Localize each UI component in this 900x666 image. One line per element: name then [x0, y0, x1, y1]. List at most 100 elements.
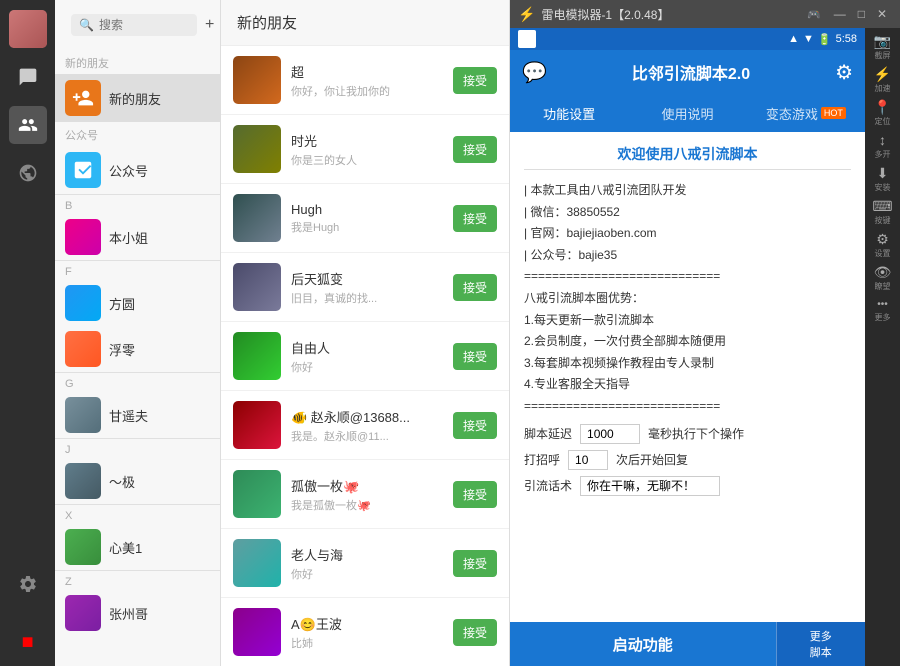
contact-ganyaofu-name: 甘遥夫 [109, 406, 148, 425]
accept-btn-yishi[interactable]: 接受 [453, 412, 497, 439]
sidebar-discover-icon[interactable] [9, 154, 47, 192]
contact-benz[interactable]: 本小姐 [55, 214, 220, 260]
contact-ji-name: ～极 [109, 472, 135, 491]
accept-btn-hugh[interactable]: 接受 [453, 205, 497, 232]
official-avatar [65, 152, 101, 188]
friend-info-chao: 超 你好，你让我加你的 [291, 62, 443, 99]
alpha-X: X [55, 504, 220, 524]
add-contact-icon[interactable]: + [205, 16, 214, 34]
alpha-J: J [55, 438, 220, 458]
new-friends-label: 新的朋友 [109, 89, 161, 108]
emulator-body: ▲ ▼ 🔋 5:58 💬 比邻引流脚本2.0 ⚙ 功能设置 使用说明 [510, 28, 900, 666]
status-left [518, 30, 536, 48]
contact-ganyaofu[interactable]: 甘遥夫 [55, 392, 220, 438]
phone-screen: ▲ ▼ 🔋 5:58 💬 比邻引流脚本2.0 ⚙ 功能设置 使用说明 [510, 28, 865, 666]
friend-photo-awang [233, 608, 281, 656]
official-accounts-item[interactable]: 公众号 [55, 146, 220, 194]
contact-zhangge[interactable]: 张州哥 [55, 590, 220, 636]
contact-ji-avatar [65, 463, 101, 499]
search-input[interactable] [99, 18, 189, 32]
contact-fuling-avatar [65, 331, 101, 367]
friend-name-ziyou: 自由人 [291, 338, 443, 357]
emu-keyboard-icon[interactable]: ⌨ 按键 [869, 198, 897, 226]
tab-instructions[interactable]: 使用说明 [628, 94, 746, 132]
friend-item-shiguang: 时光 你是三的女人 接受 [221, 115, 509, 184]
app-chat-icon[interactable]: 💬 [522, 60, 547, 85]
more-scripts-btn[interactable]: 更多 脚本 [776, 622, 866, 666]
delay-unit: 毫秒执行下个操作 [648, 425, 744, 442]
emulator-title: 雷电模拟器-1【2.0.48】 [541, 6, 801, 23]
emu-multi-icon[interactable]: ↕ 多开 [869, 132, 897, 160]
emu-speed-icon[interactable]: ⚡ 加速 [869, 66, 897, 94]
new-friends-item[interactable]: 新的朋友 [55, 74, 220, 122]
sidebar-chat-icon[interactable] [9, 58, 47, 96]
tab-function-settings[interactable]: 功能设置 [510, 94, 628, 132]
contact-xinmei-avatar [65, 529, 101, 565]
content-line-1: | 本款工具由八戒引流团队开发 [524, 180, 851, 202]
emulator-close-btn[interactable]: ✕ [872, 7, 892, 21]
new-friends-section-label: 新的朋友 [55, 50, 220, 74]
accept-btn-hu[interactable]: 接受 [453, 481, 497, 508]
emu-more-icon[interactable]: ••• 更多 [869, 297, 897, 325]
status-right: ▲ ▼ 🔋 5:58 [788, 33, 857, 46]
friend-name-chao: 超 [291, 62, 443, 81]
friend-photo-laoren [233, 539, 281, 587]
alpha-B: B [55, 194, 220, 214]
contact-ji[interactable]: ～极 [55, 458, 220, 504]
contact-fangyuan[interactable]: 方圆 [55, 280, 220, 326]
contact-xinmei[interactable]: 心美1 [55, 524, 220, 570]
alpha-Z: Z [55, 570, 220, 590]
accept-btn-awang[interactable]: 接受 [453, 619, 497, 646]
emu-install-icon[interactable]: ⬇ 安装 [869, 165, 897, 193]
friend-item-chao: 超 你好，你让我加你的 接受 [221, 46, 509, 115]
friend-name-hu: 孤傲一枚🐙 [291, 476, 443, 495]
sidebar-settings-icon[interactable] [9, 565, 47, 603]
app-settings-icon[interactable]: ⚙ [835, 60, 853, 85]
friends-panel-title: 新的朋友 [221, 0, 509, 46]
friend-item-awang: A😊王波 比姉 接受 [221, 598, 509, 666]
flow-label: 引流话术 [524, 477, 572, 494]
delay-label: 脚本延迟 [524, 425, 572, 442]
friend-item-hu: 孤傲一枚🐙 我是孤傲一枚🐙 接受 [221, 460, 509, 529]
start-function-btn[interactable]: 启动功能 [510, 622, 776, 666]
wifi-icon: ▲ [788, 33, 799, 45]
wechat-contact-list: 🔍 + 新的朋友 新的朋友 公众号 公众号 B 本小姐 F 方圆 [55, 0, 220, 666]
emu-settings-icon[interactable]: ⚙ 设置 [869, 231, 897, 259]
accept-btn-chao[interactable]: 接受 [453, 67, 497, 94]
main-avatar[interactable] [9, 10, 47, 48]
greet-input[interactable] [568, 450, 608, 470]
phone-content: 欢迎使用八戒引流脚本 | 本款工具由八戒引流团队开发 | 微信：38850552… [510, 134, 865, 622]
content-adv-3: 3.每套脚本视频操作教程由专人录制 [524, 353, 851, 375]
emu-location-icon[interactable]: 📍 定位 [869, 99, 897, 127]
emulator-panel: ⚡ 雷电模拟器-1【2.0.48】 🎮 — □ ✕ ▲ ▼ 🔋 5:58 [510, 0, 900, 666]
contact-fuling-name: 浮零 [109, 340, 135, 359]
phone-footer: 启动功能 更多 脚本 [510, 622, 865, 666]
friend-photo-houtian [233, 263, 281, 311]
content-adv-1: 1.每天更新一款引流脚本 [524, 310, 851, 332]
friend-name-hugh: Hugh [291, 202, 443, 217]
app-bar-title: 比邻引流脚本2.0 [557, 60, 825, 84]
sidebar-contacts-icon[interactable] [9, 106, 47, 144]
emu-watch-icon[interactable]: 👁 瞭望 [869, 264, 897, 292]
accept-btn-laoren[interactable]: 接受 [453, 550, 497, 577]
content-separator-1: ============================ [524, 266, 851, 288]
accept-btn-houtian[interactable]: 接受 [453, 274, 497, 301]
friend-photo-shiguang [233, 125, 281, 173]
tab-games[interactable]: 变态游戏 HOT [747, 94, 865, 132]
emu-screenshot-icon[interactable]: 📷 截屏 [869, 33, 897, 61]
content-line-4: | 公众号：bajie35 [524, 245, 851, 267]
delay-row: 脚本延迟 毫秒执行下个操作 [524, 424, 851, 444]
friend-item-houtian: 后天狐变 旧目，真诚的找... 接受 [221, 253, 509, 322]
emulator-minimize-btn[interactable]: — [829, 7, 851, 21]
content-line-3: | 官网：bajiejiaoben.com [524, 223, 851, 245]
delay-input[interactable] [580, 424, 640, 444]
friend-name-shiguang: 时光 [291, 131, 443, 150]
phone-status-bar: ▲ ▼ 🔋 5:58 [510, 28, 865, 50]
contact-fangyuan-name: 方圆 [109, 294, 135, 313]
friend-photo-chao [233, 56, 281, 104]
emulator-restore-btn[interactable]: □ [853, 7, 870, 21]
accept-btn-shiguang[interactable]: 接受 [453, 136, 497, 163]
flow-input[interactable] [580, 476, 720, 496]
accept-btn-ziyou[interactable]: 接受 [453, 343, 497, 370]
contact-fuling[interactable]: 浮零 [55, 326, 220, 372]
